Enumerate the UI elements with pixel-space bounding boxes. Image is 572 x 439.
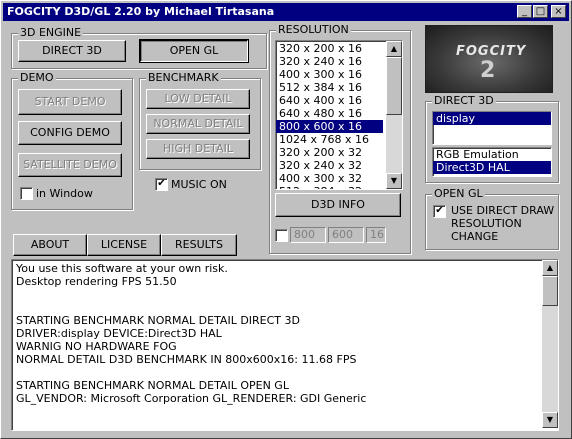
log-line: GL_VENDOR: Microsoft Corporation GL_REND…	[16, 392, 367, 405]
custom-resolution-checkbox[interactable]	[275, 229, 288, 242]
resolution-item[interactable]: 320 x 240 x 16	[276, 55, 383, 68]
custom-depth-field[interactable]: 16	[366, 227, 386, 243]
device-item-rgb[interactable]: RGB Emulation	[433, 148, 551, 161]
config-demo-button[interactable]: CONFIG DEMO	[18, 121, 122, 145]
benchmark-group-label: BENCHMARK	[146, 71, 221, 84]
device-list[interactable]: RGB Emulation Direct3D HAL	[432, 147, 552, 177]
resolution-item[interactable]: 640 x 480 x 16	[276, 107, 383, 120]
log-output[interactable]: You use this software at your own risk. D…	[11, 259, 559, 431]
benchmark-group: BENCHMARK LOW DETAIL NORMAL DETAIL HIGH …	[139, 71, 261, 170]
log-line: Desktop rendering FPS 51.50	[16, 275, 177, 288]
resolution-item[interactable]: 320 x 240 x 32	[276, 159, 383, 172]
demo-group: DEMO START DEMO CONFIG DEMO SATELLITE DE…	[11, 71, 133, 210]
log-line: You use this software at your own risk.	[16, 262, 228, 275]
checkmark-icon: ✔	[157, 178, 166, 189]
custom-height-field[interactable]: 600	[328, 227, 364, 243]
direct3d-engine-button[interactable]: DIRECT 3D	[18, 40, 126, 62]
title-bar[interactable]: FOGCITY D3D/GL 2.20 by Michael Tirtasana…	[3, 3, 569, 21]
direct3d-group: DIRECT 3D display RGB Emulation Direct3D…	[425, 94, 559, 183]
direct3d-group-label: DIRECT 3D	[432, 94, 496, 107]
opengl-group-label: OPEN GL	[432, 187, 485, 200]
low-detail-button[interactable]: LOW DETAIL	[146, 89, 250, 109]
scroll-down-icon[interactable]: ▼	[386, 173, 402, 189]
logo-text: FOGCITY	[456, 44, 527, 59]
results-button[interactable]: RESULTS	[161, 234, 237, 256]
device-item-hal[interactable]: Direct3D HAL	[433, 161, 551, 174]
log-line: STARTING BENCHMARK NORMAL DETAIL DIRECT …	[16, 314, 300, 327]
resolution-item[interactable]: 640 x 400 x 16	[276, 94, 383, 107]
scroll-thumb[interactable]	[386, 57, 402, 115]
scroll-up-icon[interactable]: ▲	[542, 260, 558, 276]
app-window: FOGCITY D3D/GL 2.20 by Michael Tirtasana…	[0, 0, 572, 439]
display-item[interactable]: display	[433, 112, 551, 125]
engine-group: 3D ENGINE DIRECT 3D OPEN GL	[11, 26, 267, 69]
log-lines: You use this software at your own risk. D…	[12, 260, 558, 405]
option-line: RESOLUTION	[451, 217, 522, 230]
music-on-label: MUSIC ON	[171, 178, 227, 191]
display-list[interactable]: display	[432, 111, 552, 145]
resolution-item[interactable]: 512 x 384 x 16	[276, 81, 383, 94]
window-title: FOGCITY D3D/GL 2.20 by Michael Tirtasana	[7, 5, 275, 18]
scroll-up-icon[interactable]: ▲	[386, 41, 402, 57]
engine-group-label: 3D ENGINE	[18, 26, 84, 39]
resolution-group: RESOLUTION 320 x 200 x 16 320 x 240 x 16 4…	[269, 23, 411, 254]
demo-group-label: DEMO	[18, 71, 56, 84]
log-line: STARTING BENCHMARK NORMAL DETAIL OPEN GL	[16, 379, 289, 392]
log-scrollbar[interactable]: ▲ ▼	[542, 260, 558, 428]
in-window-label: in Window	[36, 187, 93, 200]
opengl-engine-button[interactable]: OPEN GL	[139, 39, 249, 63]
about-button[interactable]: ABOUT	[13, 234, 87, 256]
satellite-demo-button[interactable]: SATELLITE DEMO	[18, 153, 122, 177]
resolution-group-label: RESOLUTION	[276, 23, 351, 36]
scroll-down-icon[interactable]: ▼	[542, 412, 558, 428]
music-on-checkbox[interactable]: ✔	[155, 178, 168, 191]
log-line: NORMAL DETAIL D3D BENCHMARK IN 800x600x1…	[16, 353, 357, 366]
resolution-item[interactable]: 320 x 200 x 32	[276, 146, 383, 159]
use-directdraw-checkbox[interactable]: ✔	[433, 205, 446, 218]
logo-version: 2	[480, 58, 496, 83]
start-demo-button[interactable]: START DEMO	[18, 89, 122, 115]
fogcity-logo: FOGCITY 2	[425, 25, 553, 93]
close-button[interactable]: ×	[551, 5, 566, 18]
normal-detail-button[interactable]: NORMAL DETAIL	[146, 114, 250, 134]
option-line: USE DIRECT DRAW	[451, 204, 555, 217]
resolution-item[interactable]: 400 x 300 x 16	[276, 68, 383, 81]
resolution-list[interactable]: 320 x 200 x 16 320 x 240 x 16 400 x 300 x …	[275, 40, 403, 190]
option-line: CHANGE	[451, 230, 499, 243]
resolution-item[interactable]: 320 x 200 x 16	[276, 42, 383, 55]
license-button[interactable]: LICENSE	[87, 234, 161, 256]
resolution-scrollbar[interactable]: ▲ ▼	[386, 41, 402, 189]
resolution-item[interactable]: 512 x 384 x 32	[276, 185, 383, 189]
maximize-button[interactable]: □	[533, 5, 548, 18]
use-directdraw-label: USE DIRECT DRAW RESOLUTION CHANGE	[451, 204, 554, 243]
log-line: DRIVER:display DEVICE:Direct3D HAL	[16, 327, 222, 340]
checkmark-icon: ✔	[435, 205, 444, 216]
in-window-checkbox[interactable]	[20, 187, 33, 200]
resolution-item[interactable]: 800 x 600 x 16	[276, 120, 383, 133]
opengl-group: OPEN GL ✔ USE DIRECT DRAW RESOLUTION CHA…	[425, 187, 559, 250]
minimize-button[interactable]: _	[517, 5, 532, 18]
resolution-rows: 320 x 200 x 16 320 x 240 x 16 400 x 300 x …	[276, 41, 402, 189]
resolution-item[interactable]: 400 x 300 x 32	[276, 172, 383, 185]
high-detail-button[interactable]: HIGH DETAIL	[146, 139, 250, 159]
d3d-info-button[interactable]: D3D INFO	[275, 193, 401, 217]
custom-width-field[interactable]: 800	[290, 227, 326, 243]
log-line: WARNIG NO HARDWARE FOG	[16, 340, 177, 353]
resolution-item[interactable]: 1024 x 768 x 16	[276, 133, 383, 146]
scroll-thumb[interactable]	[542, 276, 558, 306]
